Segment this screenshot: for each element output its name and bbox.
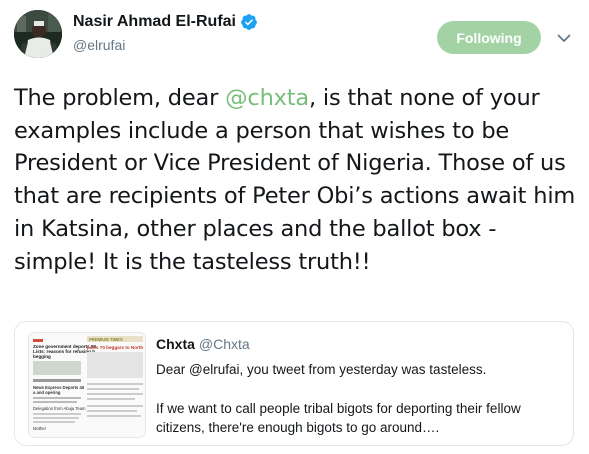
verified-badge-icon xyxy=(241,14,257,30)
quoted-tweet-paragraph-2: If we want to call people tribal bigots … xyxy=(156,400,521,436)
mention-link[interactable]: @chxta xyxy=(225,85,309,111)
thumb-subhead: ports 70 beggars to North xyxy=(87,345,143,350)
tweet-text: The problem, dear @chxta, is that none o… xyxy=(14,82,580,278)
quoted-tweet-paragraph-1: Dear @elrufai, you tweet from yesterday … xyxy=(156,362,487,377)
quoted-tweet-thumbnail: Zone government deports 89 Lists: reason… xyxy=(28,332,146,438)
quoted-author-name: Chxta xyxy=(156,336,195,352)
chevron-down-icon[interactable] xyxy=(555,29,573,47)
quoted-tweet-author[interactable]: Chxta @Chxta xyxy=(156,336,250,352)
author-handle[interactable]: @elrufai xyxy=(73,37,125,53)
thumb-section-2: a and opering xyxy=(33,390,61,395)
author-name[interactable]: Nasir Ahmad El-Rufai xyxy=(73,13,258,31)
avatar-photo xyxy=(14,10,62,58)
tweet-text-start: The problem, dear xyxy=(14,85,226,111)
newspaper-screenshot-image: Zone government deports 89 Lists: reason… xyxy=(29,333,145,437)
quoted-tweet-text: Dear @elrufai, you tweet from yesterday … xyxy=(156,360,561,438)
author-avatar[interactable] xyxy=(14,10,62,58)
thumb-section-3: Delegation from Abuja Team xyxy=(33,406,86,411)
following-button[interactable]: Following xyxy=(437,21,541,54)
tweet-text-end: , is that none of your examples include … xyxy=(14,85,576,275)
quoted-author-handle: @Chxta xyxy=(198,336,250,352)
thumb-headline-3: begging xyxy=(33,354,51,359)
thumb-section-4: Mother xyxy=(33,426,47,431)
quoted-tweet-card[interactable]: Zone government deports 89 Lists: reason… xyxy=(14,321,574,446)
thumb-brand: PREMIUM TIMES xyxy=(89,337,123,342)
author-name-text: Nasir Ahmad El-Rufai xyxy=(73,13,236,30)
